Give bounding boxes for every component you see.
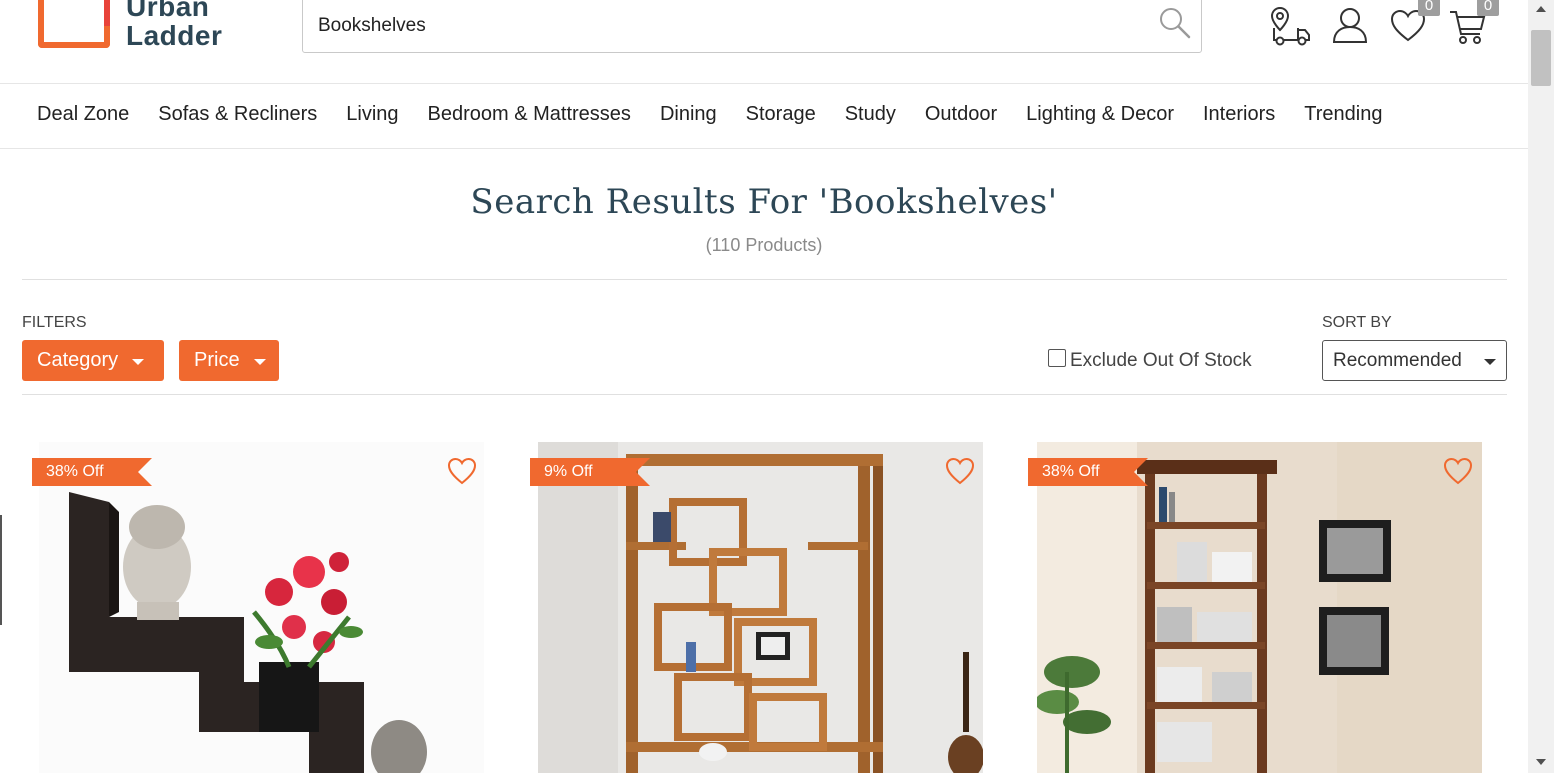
search-input[interactable] [318,13,1138,39]
nav-item-storage[interactable]: Storage [746,101,816,127]
nav-item-outdoor[interactable]: Outdoor [925,101,997,127]
logo-text-line1: Urban [126,0,210,22]
site-header: Urban Ladder 0 0 [0,0,1528,84]
scroll-down-arrow-icon[interactable] [1536,759,1546,765]
product-image[interactable] [538,442,983,773]
sort-by-selected: Recommended [1333,349,1462,371]
discount-label: 38% Off [46,463,104,480]
discount-tag: 9% Off [530,458,650,486]
category-filter-button[interactable]: Category [22,340,164,381]
category-filter-label: Category [37,349,119,371]
page-scrollbar[interactable] [1528,0,1554,773]
chevron-down-icon [132,359,145,365]
logo-text-line2: Ladder [126,20,223,51]
nav-item-dining[interactable]: Dining [660,101,717,127]
price-filter-label: Price [194,349,240,371]
product-card[interactable] [1037,442,1482,773]
search-box [302,0,1202,53]
discount-tag: 38% Off [32,458,152,486]
product-card[interactable] [39,442,484,773]
nav-item-interiors[interactable]: Interiors [1203,101,1275,127]
nav-item-lighting-decor[interactable]: Lighting & Decor [1026,101,1174,127]
cart-count-badge: 0 [1477,0,1499,16]
nav-item-deal-zone[interactable]: Deal Zone [37,101,129,127]
side-edge [0,515,2,625]
wishlist-heart-icon[interactable] [1442,456,1474,486]
exclude-out-of-stock-label[interactable]: Exclude Out Of Stock [1070,350,1252,372]
logo-text: Urban Ladder [126,0,222,50]
nav-item-living[interactable]: Living [346,101,398,127]
product-card[interactable] [538,442,983,773]
nav-item-bedroom-mattresses[interactable]: Bedroom & Mattresses [428,101,631,127]
divider [22,279,1507,280]
wishlist-heart-icon[interactable] [944,456,976,486]
exclude-out-of-stock: Exclude Out Of Stock [1048,349,1252,372]
discount-tag: 38% Off [1028,458,1148,486]
page-title: Search Results For 'Bookshelves' [470,182,1058,222]
search-icon[interactable] [1157,5,1193,41]
urban-ladder-logo[interactable]: Urban Ladder [38,0,238,52]
sort-by-label: SORT BY [1322,314,1392,331]
product-image[interactable] [1037,442,1482,773]
logo-mark-icon [38,0,110,48]
scrollbar-thumb[interactable] [1531,30,1551,86]
price-filter-button[interactable]: Price [179,340,279,381]
chevron-down-icon [253,359,266,365]
nav-list: Deal Zone Sofas & Recliners Living Bedro… [37,101,1382,127]
results-count: (110 Products) [705,235,823,255]
product-image[interactable] [39,442,484,773]
sort-by-select[interactable]: Recommended [1322,340,1507,381]
main-nav: Deal Zone Sofas & Recliners Living Bedro… [0,84,1528,149]
exclude-out-of-stock-checkbox[interactable] [1048,349,1066,367]
discount-label: 9% Off [544,463,593,480]
wishlist-count-badge: 0 [1418,0,1440,16]
profile-icon[interactable] [1328,4,1372,46]
delivery-location-icon[interactable] [1268,4,1312,46]
nav-item-trending[interactable]: Trending [1304,101,1382,127]
scroll-up-arrow-icon[interactable] [1536,6,1546,12]
nav-item-sofas-recliners[interactable]: Sofas & Recliners [158,101,317,127]
filters-label: FILTERS [22,314,87,331]
divider [22,394,1507,395]
nav-item-study[interactable]: Study [845,101,896,127]
wishlist-heart-icon[interactable] [446,456,478,486]
discount-label: 38% Off [1042,463,1100,480]
chevron-down-icon [1484,359,1496,365]
